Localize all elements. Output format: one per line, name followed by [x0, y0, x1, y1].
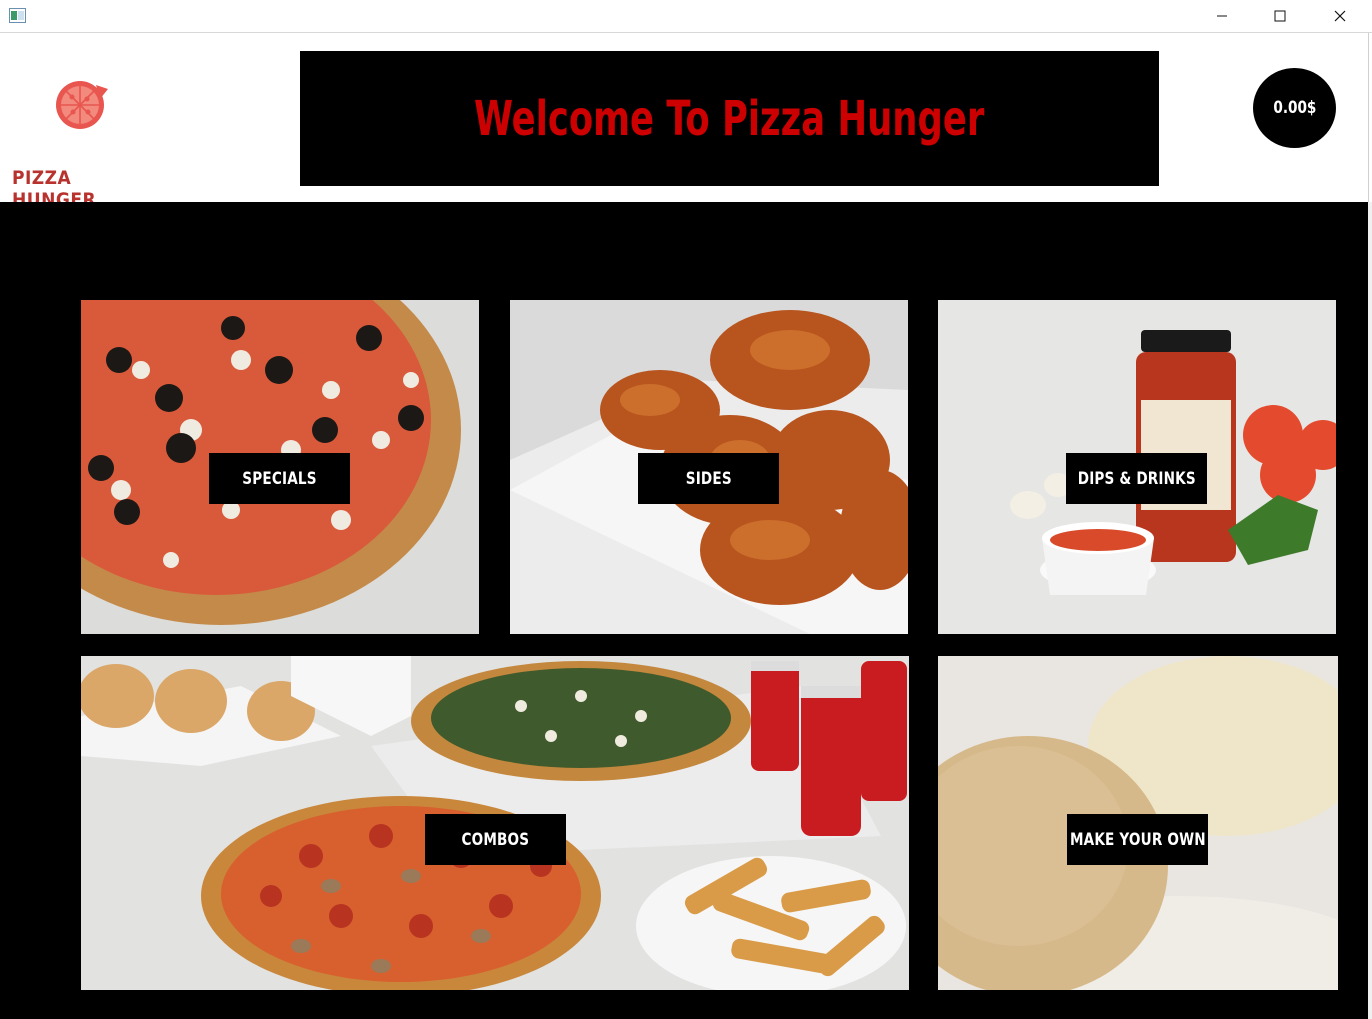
close-icon — [1334, 10, 1346, 22]
cart-total-button[interactable]: 0.00$ — [1253, 68, 1336, 148]
pizza-logo-icon — [10, 79, 150, 159]
maximize-button[interactable] — [1251, 0, 1309, 32]
app-icon — [9, 8, 26, 23]
category-label-sides[interactable]: SIDES — [638, 453, 779, 504]
category-tile-make-your-own[interactable]: MAKE YOUR OWN — [938, 656, 1338, 990]
welcome-banner: Welcome To Pizza Hunger — [300, 51, 1159, 186]
minimize-button[interactable] — [1193, 0, 1251, 32]
maximize-icon — [1274, 10, 1286, 22]
window-edge — [1368, 202, 1372, 1019]
cart-total: 0.00$ — [1272, 98, 1317, 118]
category-label-specials[interactable]: SPECIALS — [209, 453, 350, 504]
category-tile-combos[interactable]: COMBOS — [81, 656, 909, 990]
category-tile-specials[interactable]: SPECIALS — [81, 300, 479, 634]
category-label-combos[interactable]: COMBOS — [425, 814, 566, 865]
window-titlebar — [0, 0, 1372, 33]
category-label-make-your-own[interactable]: MAKE YOUR OWN — [1067, 814, 1208, 865]
category-tile-sides[interactable]: SIDES — [510, 300, 908, 634]
category-label-dips-drinks[interactable]: DIPS & DRINKS — [1066, 453, 1207, 504]
page-title: Welcome To Pizza Hunger — [474, 90, 985, 147]
category-tile-dips-drinks[interactable]: DIPS & DRINKS — [938, 300, 1336, 634]
minimize-icon — [1217, 15, 1227, 17]
close-button[interactable] — [1311, 0, 1369, 32]
